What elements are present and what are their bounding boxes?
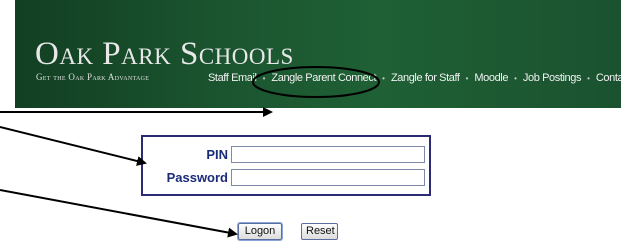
nav-separator: • <box>465 73 469 83</box>
annotation-arrow <box>0 189 238 238</box>
nav-separator: • <box>514 73 517 83</box>
header-banner: Oak Park Schools Get the Oak Park Advant… <box>15 0 621 108</box>
nav-separator: • <box>262 73 266 83</box>
school-tagline: Get the Oak Park Advantage <box>36 72 150 82</box>
pin-input[interactable] <box>231 146 425 163</box>
login-form: PIN Password <box>141 135 431 196</box>
nav-contact[interactable]: Contact <box>596 72 621 84</box>
nav-separator: • <box>382 73 385 83</box>
nav-zangle-for-staff[interactable]: Zangle for Staff <box>391 72 460 84</box>
password-label: Password <box>166 170 228 185</box>
nav-job-postings[interactable]: Job Postings <box>523 72 582 84</box>
nav-zangle-parent-connect[interactable]: Zangle Parent Connect <box>271 72 376 84</box>
top-nav: Staff Email • Zangle Parent Connect • Za… <box>208 72 621 84</box>
logon-button[interactable]: Logon <box>238 223 282 240</box>
reset-button[interactable]: Reset <box>301 223 338 240</box>
annotation-arrow <box>0 126 147 166</box>
nav-separator: • <box>587 73 590 83</box>
nav-staff-email[interactable]: Staff Email <box>208 72 257 84</box>
password-input[interactable] <box>231 169 425 186</box>
school-logo-title: Oak Park Schools <box>35 36 294 72</box>
nav-moodle[interactable]: Moodle <box>474 72 508 84</box>
pin-label: PIN <box>206 147 228 162</box>
